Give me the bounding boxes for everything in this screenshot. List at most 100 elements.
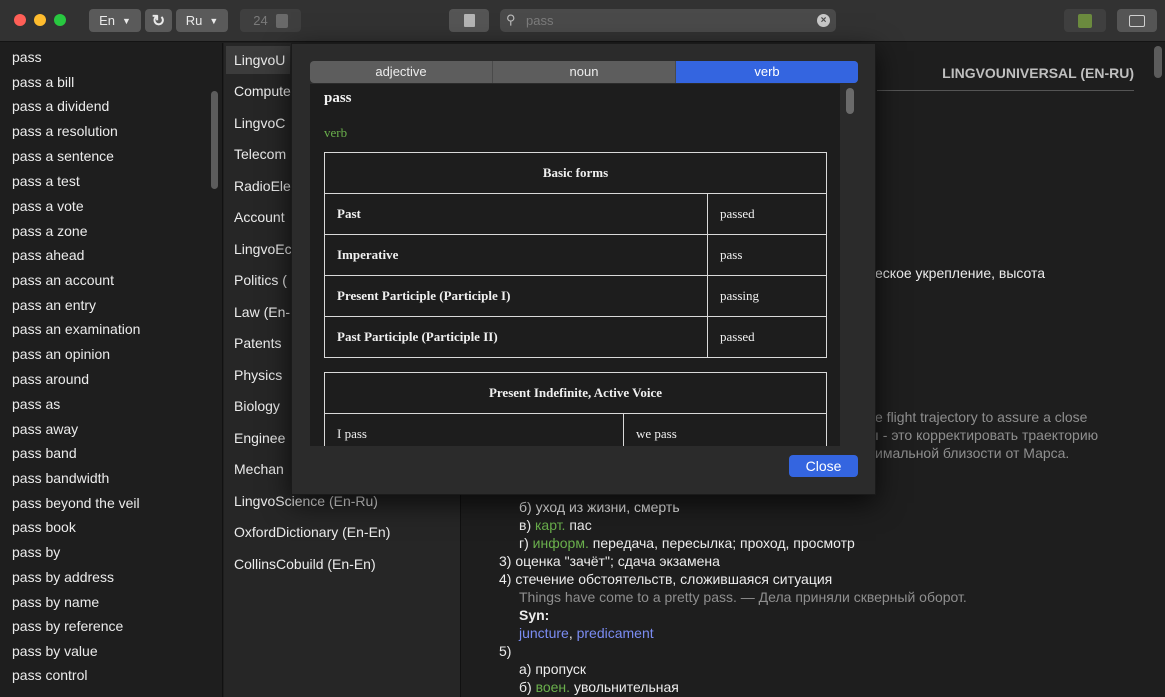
- dictionary-item[interactable]: Physics: [234, 367, 282, 383]
- word-list-item[interactable]: pass a zone: [12, 223, 88, 239]
- sense-line: 5): [499, 643, 512, 659]
- word-list-item[interactable]: pass a dividend: [12, 98, 109, 114]
- dictionary-item[interactable]: LingvoC: [234, 115, 285, 131]
- word-list-item[interactable]: pass band: [12, 445, 77, 461]
- table-title: Present Indefinite, Active Voice: [324, 372, 827, 414]
- sense-line: а) пропуск: [519, 661, 587, 677]
- table-row: Imperative pass: [324, 234, 827, 276]
- word-list-item[interactable]: pass a resolution: [12, 123, 118, 139]
- tab-noun[interactable]: noun: [493, 61, 676, 83]
- word-list-item[interactable]: pass an entry: [12, 297, 96, 313]
- search-icon: ⚲: [506, 12, 516, 27]
- word-list-item[interactable]: pass an opinion: [12, 346, 110, 362]
- word-list-item[interactable]: pass an examination: [12, 321, 140, 337]
- dictionary-item[interactable]: Politics (: [234, 272, 287, 288]
- search-input[interactable]: pass: [526, 13, 553, 28]
- toolbar: En ▼ ↻ Ru ▼ 24 ⚲ pass ×: [0, 0, 1165, 42]
- dictionary-item[interactable]: Biology: [234, 398, 280, 414]
- target-language-label: Ru: [185, 13, 203, 28]
- word-list-item[interactable]: pass by address: [12, 569, 114, 585]
- label-tag[interactable]: воен.: [536, 679, 570, 695]
- tab-adjective[interactable]: adjective: [310, 61, 493, 83]
- dictionary-item[interactable]: LingvoU: [226, 46, 290, 74]
- heading-divider: [877, 90, 1134, 91]
- word-list-scrollbar[interactable]: [211, 91, 218, 189]
- zoom-window-button[interactable]: [54, 14, 66, 26]
- dictionary-item[interactable]: Telecom: [234, 146, 286, 162]
- dictionary-item[interactable]: Law (En-: [234, 304, 290, 320]
- word-list-item[interactable]: pass a vote: [12, 198, 84, 214]
- search-field[interactable]: ⚲ pass ×: [500, 9, 836, 32]
- swap-languages-button[interactable]: ↻: [145, 9, 172, 32]
- sidebar-toggle-button[interactable]: [1117, 9, 1157, 32]
- trash-icon: [463, 14, 475, 27]
- tab-verb[interactable]: verb: [676, 61, 858, 83]
- dialog-scrollbar[interactable]: [846, 88, 854, 114]
- part-of-speech: verb: [324, 125, 348, 140]
- dictionary-item[interactable]: CollinsCobuild (En-En): [234, 556, 376, 572]
- sense-line: в) карт. пас: [519, 517, 592, 533]
- word-list-item[interactable]: pass control: [12, 667, 87, 683]
- letter-a-icon: [1078, 13, 1092, 28]
- label-tag[interactable]: информ.: [533, 535, 589, 551]
- table-row: Past Participle (Participle II) passed: [324, 316, 827, 358]
- synonym-link[interactable]: predicament: [577, 625, 654, 641]
- basic-forms-table: Basic forms Past passed Imperative pass Pr…: [324, 152, 827, 358]
- word-list-item[interactable]: pass by value: [12, 643, 98, 659]
- swap-icon: ↻: [151, 12, 166, 30]
- word-forms-content: pass verb Basic forms Past passed Imperat…: [310, 84, 840, 446]
- table-row: I pass we pass: [324, 413, 827, 446]
- assistant-button[interactable]: [1064, 9, 1106, 32]
- dictionary-item[interactable]: RadioEle: [234, 178, 291, 194]
- font-size-value: 24: [253, 13, 268, 28]
- target-language-select[interactable]: Ru ▼: [176, 9, 228, 32]
- dictionary-item[interactable]: LingvoScience (En-Ru): [234, 493, 378, 509]
- dictionary-item[interactable]: LingvoEc: [234, 241, 292, 257]
- minimize-window-button[interactable]: [34, 14, 46, 26]
- article-scrollbar[interactable]: [1154, 46, 1162, 78]
- sense-line: г) информ. передача, пересылка; проход, …: [519, 535, 855, 551]
- word-list-item[interactable]: pass book: [12, 519, 76, 535]
- word-list-item[interactable]: pass by name: [12, 594, 99, 610]
- article-example-fragment: имальной близости от Марса.: [875, 445, 1070, 461]
- table-row: Present Participle (Participle I) passing: [324, 275, 827, 317]
- word-list-item[interactable]: pass a bill: [12, 74, 74, 90]
- dictionary-item[interactable]: Patents: [234, 335, 281, 351]
- word-list-item[interactable]: pass as: [12, 396, 60, 412]
- word-list-item[interactable]: pass by: [12, 544, 60, 560]
- word-list-item[interactable]: pass away: [12, 421, 78, 437]
- word-forms-dialog: adjective noun verb pass verb Basic form…: [291, 43, 876, 495]
- table-row: Past passed: [324, 193, 827, 235]
- word-list: pass pass a bill pass a dividend pass a …: [0, 43, 223, 697]
- close-button[interactable]: Close: [789, 455, 858, 477]
- sense-line: 4) стечение обстоятельств, сложившаяся с…: [499, 571, 833, 587]
- word-list-item[interactable]: pass a test: [12, 173, 80, 189]
- close-window-button[interactable]: [14, 14, 26, 26]
- dictionary-item[interactable]: Compute: [234, 83, 291, 99]
- present-indefinite-table: Present Indefinite, Active Voice I pass w…: [324, 372, 827, 446]
- word-list-item[interactable]: pass: [12, 49, 42, 65]
- example-line: Things have come to a pretty pass. — Дел…: [519, 589, 967, 605]
- synonyms-label: Syn:: [519, 607, 550, 623]
- dictionary-item[interactable]: Account: [234, 209, 285, 225]
- word-list-item[interactable]: pass a sentence: [12, 148, 114, 164]
- synonym-link[interactable]: juncture: [519, 625, 569, 641]
- label-tag[interactable]: карт.: [535, 517, 565, 533]
- word-list-item[interactable]: pass by reference: [12, 618, 123, 634]
- dictionary-item[interactable]: Enginee: [234, 430, 285, 446]
- clear-search-icon[interactable]: ×: [817, 14, 830, 27]
- word-list-item[interactable]: pass an account: [12, 272, 114, 288]
- dictionary-item[interactable]: Mechan: [234, 461, 284, 477]
- word-list-item[interactable]: pass ahead: [12, 247, 84, 263]
- history-button[interactable]: [449, 9, 489, 32]
- word-list-item[interactable]: pass around: [12, 371, 89, 387]
- font-size-button[interactable]: 24: [240, 9, 301, 32]
- chevron-down-icon: ▼: [209, 15, 219, 26]
- table-title: Basic forms: [324, 152, 827, 194]
- word-list-item[interactable]: pass beyond the veil: [12, 495, 140, 511]
- source-language-select[interactable]: En ▼: [89, 9, 141, 32]
- word-list-item[interactable]: pass bandwidth: [12, 470, 109, 486]
- source-language-label: En: [99, 13, 115, 28]
- dictionary-item[interactable]: OxfordDictionary (En-En): [234, 524, 390, 540]
- calculator-icon: [275, 13, 288, 28]
